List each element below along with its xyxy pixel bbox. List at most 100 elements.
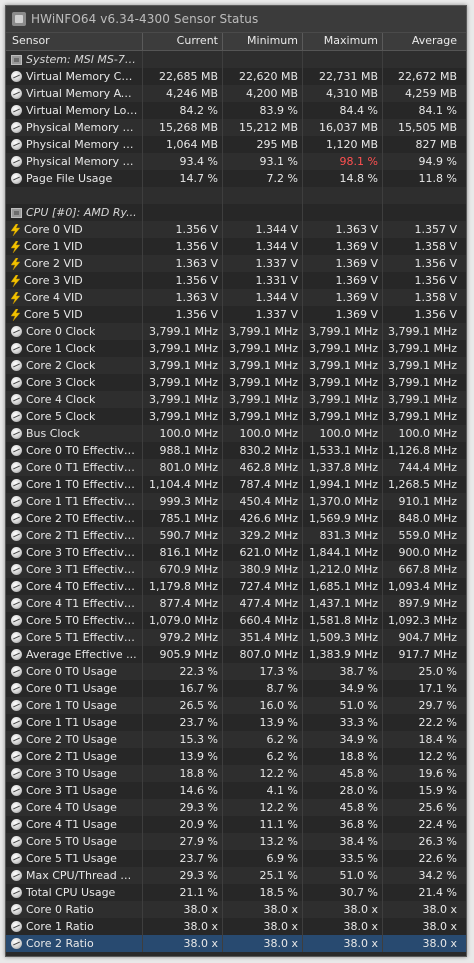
current-value: 23.7 % [143, 850, 223, 867]
table-row[interactable]: Core 1 VID 1.356 V 1.344 V 1.369 V 1.358 V [6, 238, 466, 255]
current-value: 3,799.1 MHz [143, 374, 223, 391]
table-row[interactable]: Core 0 T1 Usage 16.7 % 8.7 % 34.9 % 17.1 % [6, 680, 466, 697]
table-row[interactable]: Bus Clock 100.0 MHz 100.0 MHz 100.0 MHz 100.… [6, 425, 466, 442]
table-row[interactable]: Core 5 T1 Effective... 979.2 MHz 351.4 MHz… [6, 629, 466, 646]
table-row[interactable]: Core 1 T1 Usage 23.7 % 13.9 % 33.3 % 22.2 % [6, 714, 466, 731]
table-row[interactable]: Core 1 T0 Effective... 1,104.4 MHz 787.4 M… [6, 476, 466, 493]
sensor-name-cell: Core 5 T0 Usage [6, 833, 143, 850]
table-row[interactable]: Core 4 T0 Usage 29.3 % 12.2 % 45.8 % 25.6 % [6, 799, 466, 816]
column-header-maximum[interactable]: Maximum [303, 33, 383, 50]
table-row[interactable]: Core 1 T1 Effective... 999.3 MHz 450.4 MHz… [6, 493, 466, 510]
maximum-value: 3,799.1 MHz [303, 323, 383, 340]
table-row[interactable]: Average Effective ... 905.9 MHz 807.0 MHz 1… [6, 646, 466, 663]
sensor-group-row[interactable]: CPU [#0]: AMD Ry... [6, 204, 466, 221]
table-row[interactable]: Core 4 T1 Effective... 877.4 MHz 477.4 MHz… [6, 595, 466, 612]
gauge-icon [11, 700, 22, 711]
sensor-name-cell: Core 1 T0 Effective... [6, 476, 143, 493]
gauge-icon [11, 360, 22, 371]
average-value: 559.0 MHz [398, 529, 457, 542]
gauge-icon [11, 343, 22, 354]
sensor-name-cell: Core 2 Clock [6, 357, 143, 374]
table-row[interactable]: Core 2 Clock 3,799.1 MHz 3,799.1 MHz 3,799.… [6, 357, 466, 374]
table-row[interactable]: Core 5 T0 Effective... 1,079.0 MHz 660.4 M… [6, 612, 466, 629]
table-row[interactable]: Physical Memory A... 1,064 MB 295 MB 1,120 … [6, 136, 466, 153]
table-row[interactable]: Core 1 T0 Usage 26.5 % 16.0 % 51.0 % 29.7 % [6, 697, 466, 714]
table-row[interactable]: Core 3 Clock 3,799.1 MHz 3,799.1 MHz 3,799.… [6, 374, 466, 391]
table-row[interactable]: Core 0 T0 Usage 22.3 % 17.3 % 38.7 % 25.0 % [6, 663, 466, 680]
sensor-status-window: HWiNFO64 v6.34-4300 Sensor Status Sensor… [5, 5, 467, 957]
maximum-value: 1.369 V [303, 306, 383, 323]
table-row[interactable]: Core 2 VID 1.363 V 1.337 V 1.369 V 1.356 V [6, 255, 466, 272]
minimum-value: 4.1 % [223, 782, 303, 799]
app-icon [12, 12, 26, 26]
table-row[interactable]: Core 3 T0 Effective... 816.1 MHz 621.0 MHz… [6, 544, 466, 561]
sensor-name-cell: System: MSI MS-7C02 [6, 51, 143, 68]
table-row[interactable]: Core 0 T0 Effective... 988.1 MHz 830.2 MHz… [6, 442, 466, 459]
sensor-label: Core 1 T0 Usage [26, 699, 117, 712]
sensor-name-cell: Core 0 Clock [6, 323, 143, 340]
sensor-name-cell: Core 3 Clock [6, 374, 143, 391]
sensor-label: Core 2 T0 Effective... [26, 512, 138, 525]
table-row[interactable]: Core 5 VID 1.356 V 1.337 V 1.369 V 1.356 V [6, 306, 466, 323]
table-row[interactable]: Core 5 T1 Usage 23.7 % 6.9 % 33.5 % 22.6 % [6, 850, 466, 867]
table-row[interactable]: Core 2 T1 Effective... 590.7 MHz 329.2 MHz… [6, 527, 466, 544]
table-header: Sensor Current Minimum Maximum Average [6, 33, 466, 51]
gauge-icon [11, 71, 22, 82]
minimum-value: 13.9 % [223, 714, 303, 731]
table-row[interactable]: Core 2 T1 Usage 13.9 % 6.2 % 18.8 % 12.2 % [6, 748, 466, 765]
current-value [143, 204, 223, 221]
minimum-value: 7.2 % [223, 170, 303, 187]
current-value: 801.0 MHz [143, 459, 223, 476]
table-row[interactable]: Page File Usage 14.7 % 7.2 % 14.8 % 11.8 % [6, 170, 466, 187]
current-value: 3,799.1 MHz [143, 408, 223, 425]
table-row[interactable]: Core 0 VID 1.356 V 1.344 V 1.363 V 1.357 V [6, 221, 466, 238]
maximum-value: 1,581.8 MHz [303, 612, 383, 629]
table-row[interactable]: Virtual Memory Co... 22,685 MB 22,620 MB 22… [6, 68, 466, 85]
table-row[interactable]: Core 5 T0 Usage 27.9 % 13.2 % 38.4 % 26.3 % [6, 833, 466, 850]
table-row[interactable]: Core 4 T0 Effective... 1,179.8 MHz 727.4 M… [6, 578, 466, 595]
table-row[interactable]: Total CPU Usage 21.1 % 18.5 % 30.7 % 21.4 % [6, 884, 466, 901]
sensor-name-cell: Core 1 T1 Usage [6, 714, 143, 731]
table-row[interactable]: Core 0 Ratio 38.0 x 38.0 x 38.0 x 38.0 x [6, 901, 466, 918]
sensor-name-cell: Core 1 T0 Usage [6, 697, 143, 714]
column-header-current[interactable]: Current [143, 33, 223, 50]
maximum-value: 1,844.1 MHz [303, 544, 383, 561]
table-row[interactable]: Core 0 Clock 3,799.1 MHz 3,799.1 MHz 3,799.… [6, 323, 466, 340]
current-value [143, 187, 223, 204]
table-row[interactable]: Core 1 Ratio 38.0 x 38.0 x 38.0 x 38.0 x [6, 918, 466, 935]
current-value: 1.363 V [143, 289, 223, 306]
title-bar[interactable]: HWiNFO64 v6.34-4300 Sensor Status [6, 6, 466, 33]
table-row[interactable]: Core 2 T0 Effective... 785.1 MHz 426.6 MHz… [6, 510, 466, 527]
table-row[interactable]: Core 1 Clock 3,799.1 MHz 3,799.1 MHz 3,799.… [6, 340, 466, 357]
table-row[interactable]: Virtual Memory Ava... 4,246 MB 4,200 MB 4,3… [6, 85, 466, 102]
gauge-icon [11, 173, 22, 184]
table-row[interactable]: Virtual Memory Load 84.2 % 83.9 % 84.4 % 84.… [6, 102, 466, 119]
table-row[interactable]: Core 2 T0 Usage 15.3 % 6.2 % 34.9 % 18.4 % [6, 731, 466, 748]
sensor-name-cell: Virtual Memory Ava... [6, 85, 143, 102]
column-header-minimum[interactable]: Minimum [223, 33, 303, 50]
table-row[interactable]: Core 5 Clock 3,799.1 MHz 3,799.1 MHz 3,799.… [6, 408, 466, 425]
sensor-group-row[interactable]: System: MSI MS-7C02 [6, 51, 466, 68]
sensor-name-cell: Core 0 VID [6, 221, 143, 238]
column-header-sensor[interactable]: Sensor [6, 33, 143, 50]
table-row[interactable]: Max CPU/Thread U... 29.3 % 25.1 % 51.0 % 34.… [6, 867, 466, 884]
table-row[interactable]: Physical Memory Load 93.4 % 93.1 % 98.1 % 94… [6, 153, 466, 170]
maximum-value: 1,120 MB [303, 136, 383, 153]
table-row[interactable]: Core 2 Ratio 38.0 x 38.0 x 38.0 x 38.0 x [6, 935, 466, 952]
minimum-value: 1.337 V [223, 306, 303, 323]
table-row[interactable]: Core 4 VID 1.363 V 1.344 V 1.369 V 1.358 V [6, 289, 466, 306]
column-header-average[interactable]: Average [383, 33, 463, 50]
current-value: 1.356 V [143, 221, 223, 238]
table-row[interactable]: Core 3 T1 Effective... 670.9 MHz 380.9 MHz… [6, 561, 466, 578]
table-row[interactable]: Physical Memory Used 15,268 MB 15,212 MB 16… [6, 119, 466, 136]
table-row[interactable]: Core 3 T0 Usage 18.8 % 12.2 % 45.8 % 19.6 % [6, 765, 466, 782]
table-row[interactable]: Core 4 Clock 3,799.1 MHz 3,799.1 MHz 3,799.… [6, 391, 466, 408]
table-row[interactable]: Core 3 T1 Usage 14.6 % 4.1 % 28.0 % 15.9 % [6, 782, 466, 799]
table-row[interactable]: Core 3 VID 1.356 V 1.331 V 1.369 V 1.356 V [6, 272, 466, 289]
bolt-icon [10, 274, 21, 288]
average-value: 3,799.1 MHz [387, 359, 457, 372]
table-row[interactable]: Core 0 T1 Effective... 801.0 MHz 462.8 MHz… [6, 459, 466, 476]
table-row[interactable]: Core 4 T1 Usage 20.9 % 11.1 % 36.8 % 22.4 % [6, 816, 466, 833]
minimum-value: 8.7 % [223, 680, 303, 697]
sensor-label: Core 5 VID [24, 308, 83, 321]
